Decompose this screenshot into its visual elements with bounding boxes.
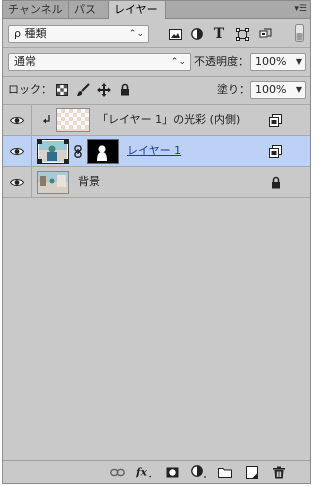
- layer-thumbnail: [37, 139, 69, 164]
- mask-link-icon[interactable]: [73, 144, 83, 158]
- layer-row-layer-1[interactable]: レイヤー 1: [3, 136, 310, 167]
- add-layer-mask-icon[interactable]: [164, 464, 180, 480]
- layer-filter-value: ρ 種類: [14, 27, 47, 40]
- lock-image-pixels-icon[interactable]: [75, 82, 90, 97]
- layer-row-background[interactable]: 背景: [3, 167, 310, 198]
- shape-layer-filter-icon[interactable]: [235, 27, 249, 41]
- opacity-value: 100%: [255, 55, 287, 68]
- pixel-layer-filter-icon[interactable]: [168, 27, 182, 41]
- opacity-field[interactable]: 100% ▼: [250, 53, 306, 71]
- layer-name[interactable]: レイヤー 1: [127, 136, 181, 166]
- new-adjustment-layer-icon[interactable]: [191, 464, 207, 480]
- smart-object-filter-icon[interactable]: [258, 27, 272, 41]
- panel-menu-icon[interactable]: ▾☰: [294, 1, 307, 18]
- layer-filter-select[interactable]: ρ 種類 ⌃⌄: [8, 25, 149, 43]
- new-group-folder-icon[interactable]: [217, 464, 233, 480]
- blend-mode-select[interactable]: 通常 ⌃⌄: [8, 53, 191, 71]
- layers-bottom-toolbar: fx: [3, 460, 310, 483]
- visibility-eye-icon[interactable]: [3, 167, 32, 197]
- fill-field[interactable]: 100% ▼: [250, 81, 306, 99]
- tab-layers[interactable]: レイヤー: [108, 1, 166, 19]
- layer-name[interactable]: 背景: [78, 167, 100, 197]
- fill-value: 100%: [255, 83, 287, 96]
- select-arrows-icon: ⌃⌄: [128, 29, 144, 39]
- lock-position-icon[interactable]: [96, 82, 111, 97]
- visibility-eye-icon[interactable]: [3, 105, 32, 135]
- link-layers-icon[interactable]: [109, 464, 125, 480]
- lock-all-icon[interactable]: [119, 82, 131, 96]
- lock-transparent-pixels-icon[interactable]: [55, 83, 68, 96]
- divider: [3, 47, 310, 48]
- filter-toggle-switch[interactable]: [294, 24, 305, 42]
- blend-mode-value: 通常: [14, 55, 36, 68]
- layers-panel: チャンネル パス レイヤー ▾☰ ρ 種類 ⌃⌄ T 通常 ⌃⌄ 不透明度： 1…: [2, 0, 311, 484]
- layer-style-fx-icon[interactable]: fx: [136, 464, 152, 480]
- layer-row-inner-glow[interactable]: 「レイヤー 1」の光彩 (内側): [3, 105, 310, 136]
- opacity-label: 不透明度：: [194, 55, 249, 68]
- layer-mask-thumbnail[interactable]: [87, 139, 119, 164]
- adjustment-layer-filter-icon[interactable]: [190, 27, 204, 41]
- panel-tab-bar: チャンネル パス レイヤー ▾☰: [3, 1, 310, 19]
- fill-dropdown-icon[interactable]: ▼: [296, 82, 302, 98]
- select-arrows-icon: ⌃⌄: [170, 57, 186, 67]
- new-layer-icon[interactable]: [244, 464, 260, 480]
- layer-lock-icon[interactable]: [270, 175, 281, 189]
- smart-object-badge-icon: [268, 144, 282, 158]
- type-layer-filter-icon[interactable]: T: [212, 26, 226, 42]
- lock-label: ロック：: [8, 83, 52, 96]
- tab-paths[interactable]: パス: [69, 1, 109, 18]
- layers-list: 「レイヤー 1」の光彩 (内側) レイヤー 1 背景: [3, 105, 310, 199]
- visibility-eye-icon[interactable]: [3, 136, 32, 166]
- layer-name[interactable]: 「レイヤー 1」の光彩 (内側): [97, 105, 240, 135]
- clipping-arrow-icon: [42, 114, 52, 126]
- divider: [3, 76, 310, 77]
- layer-thumbnail: [56, 108, 90, 132]
- delete-layer-trash-icon[interactable]: [271, 464, 287, 480]
- opacity-dropdown-icon[interactable]: ▼: [296, 54, 302, 70]
- svg-text:fx: fx: [136, 466, 148, 479]
- smart-object-badge-icon: [268, 113, 282, 127]
- tab-channels[interactable]: チャンネル: [3, 1, 69, 18]
- layer-thumbnail: [37, 171, 69, 194]
- fill-label: 塗り：: [217, 83, 250, 96]
